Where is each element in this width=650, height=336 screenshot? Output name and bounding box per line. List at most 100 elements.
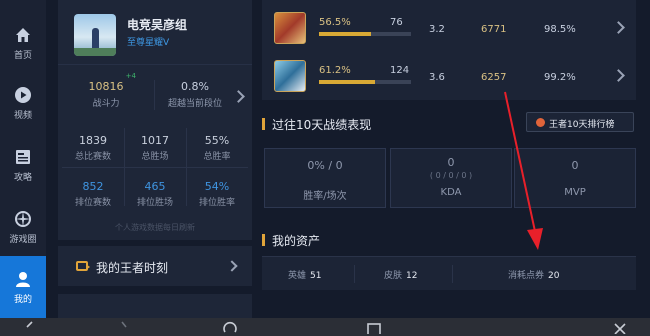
- box-value: 0: [571, 159, 579, 172]
- stat-value: 54%: [204, 180, 230, 193]
- compass-icon: [15, 210, 31, 227]
- box-label: MVP: [564, 187, 586, 198]
- app-root: 首页 视频 攻略 游戏圈 我的 电竞吴彦组 至尊星耀V 10816 +4 战斗力…: [0, 0, 650, 336]
- stat-value: 852: [82, 180, 104, 193]
- my-moments-button[interactable]: 我的王者时刻: [58, 246, 252, 286]
- box-sub: ( 0 / 0 / 0 ): [429, 171, 473, 180]
- avatar[interactable]: [74, 14, 116, 56]
- hero-score: 6257: [481, 72, 507, 83]
- hero-kda: 3.6: [429, 72, 445, 83]
- bar-fill: [319, 32, 371, 36]
- divider: [58, 64, 252, 65]
- nav-label-community: 游戏圈: [9, 234, 37, 245]
- box-value: 0: [447, 156, 455, 169]
- divider: [154, 80, 155, 110]
- stat-ranked-wins: 465 排位胜场: [124, 180, 186, 208]
- hero-row[interactable]: 61.2% 124 3.6 6257 99.2%: [262, 54, 636, 98]
- hero-games: 76: [390, 17, 403, 28]
- asset-skins[interactable]: 皮肤 12: [384, 268, 417, 281]
- nav-item-video[interactable]: 视频: [0, 72, 46, 134]
- stat-label: 排位胜率: [198, 198, 235, 208]
- profile-card: 电竞吴彦组 至尊星耀V 10816 +4 战斗力 0.8% 超越当前段位 183…: [58, 0, 252, 240]
- asset-heroes[interactable]: 英雄 51: [288, 268, 321, 281]
- nav-item-guide[interactable]: 攻略: [0, 134, 46, 196]
- chevron-right-icon[interactable]: [232, 90, 245, 103]
- home-icon: [16, 27, 30, 42]
- stat-ranked-winrate: 54% 排位胜率: [186, 180, 248, 208]
- hero-winrate: 61.2%: [319, 65, 351, 76]
- asset-value: 12: [406, 271, 418, 281]
- left-nav-rail: 首页 视频 攻略 游戏圈 我的: [0, 0, 46, 318]
- stat-label: 排位胜场: [136, 198, 173, 208]
- my-moments-label: 我的王者时刻: [96, 261, 169, 275]
- power-value: 10816: [88, 80, 124, 93]
- chevron-right-icon: [612, 69, 625, 82]
- box-label: KDA: [440, 187, 462, 198]
- refresh-note: 个人游戏数据每日刷新: [115, 223, 195, 232]
- asset-label: 消耗点券: [508, 271, 545, 281]
- person-icon: [16, 271, 30, 287]
- section-title: 过往10天战绩表现: [272, 118, 372, 132]
- nav-label-home: 首页: [13, 50, 32, 61]
- stat-value: 55%: [204, 134, 230, 147]
- close-icon[interactable]: [612, 320, 628, 334]
- stat-value: 1839: [79, 134, 107, 147]
- chevron-right-icon: [226, 260, 238, 272]
- nav-item-mine[interactable]: 我的: [0, 256, 46, 318]
- player-rank: 至尊星耀V: [127, 38, 170, 48]
- section-title: 我的资产: [272, 234, 321, 248]
- back-icon[interactable]: [22, 320, 38, 334]
- nav-label-mine: 我的: [13, 294, 32, 305]
- asset-value: 51: [310, 271, 322, 281]
- asset-value: 20: [548, 271, 560, 281]
- hero-kda: 3.2: [429, 24, 445, 35]
- system-nav-bar: [0, 318, 650, 336]
- stat-total-wins: 1017 总胜场: [124, 134, 186, 162]
- nav-label-video: 视频: [13, 110, 32, 121]
- hero-winrate-bar: [319, 32, 411, 36]
- crown-icon: [536, 118, 545, 127]
- power-stat: 10816 +4 战斗力: [82, 72, 137, 109]
- forward-icon[interactable]: [116, 320, 132, 334]
- nav-item-home[interactable]: 首页: [0, 12, 46, 74]
- winrate-box: 0% / 0 胜率/场次: [264, 148, 386, 208]
- ranking-button[interactable]: 王者10天排行榜: [526, 112, 634, 132]
- stat-label: 总胜场: [141, 152, 169, 162]
- document-icon: [16, 149, 30, 164]
- hero-portrait: [274, 12, 306, 44]
- box-value: 0% / 0: [307, 159, 343, 172]
- hero-portrait: [274, 60, 306, 92]
- power-delta: +4: [125, 72, 136, 80]
- hero-list: 56.5% 76 3.2 6771 98.5% 61.2% 124 3.6 62…: [262, 0, 636, 100]
- stat-label: 总胜率: [203, 152, 231, 162]
- assets-bar: 英雄 51 皮肤 12 消耗点券 20: [262, 256, 636, 290]
- list-item[interactable]: [58, 294, 252, 318]
- box-label: 胜率/场次: [303, 191, 347, 202]
- mvp-box: 0 MVP: [514, 148, 636, 208]
- hero-winrate-bar: [319, 80, 411, 84]
- hero-rate: 98.5%: [544, 24, 576, 35]
- stat-value: 1017: [141, 134, 169, 147]
- play-icon: [15, 86, 31, 103]
- exceed-stat[interactable]: 0.8% 超越当前段位: [162, 80, 228, 109]
- stat-ranked-games: 852 排位赛数: [62, 180, 124, 208]
- asset-coupons[interactable]: 消耗点券 20: [508, 268, 559, 281]
- player-name: 电竞吴彦组: [127, 18, 188, 32]
- kda-box: 0 ( 0 / 0 / 0 ) KDA: [390, 148, 512, 208]
- exceed-label: 超越当前段位: [167, 99, 222, 109]
- main-content: 56.5% 76 3.2 6771 98.5% 61.2% 124 3.6 62…: [262, 0, 636, 318]
- ranking-label: 王者10天排行榜: [549, 120, 615, 130]
- hero-row[interactable]: 56.5% 76 3.2 6771 98.5%: [262, 6, 636, 50]
- tabs-icon[interactable]: [366, 320, 382, 334]
- nav-item-community[interactable]: 游戏圈: [0, 196, 46, 258]
- asset-label: 英雄: [288, 271, 307, 281]
- hero-rate: 99.2%: [544, 72, 576, 83]
- bar-fill: [319, 80, 376, 84]
- stat-total-winrate: 55% 总胜率: [186, 134, 248, 162]
- hero-games: 124: [390, 65, 410, 76]
- hero-score: 6771: [481, 24, 507, 35]
- refresh-icon[interactable]: [222, 320, 238, 334]
- asset-label: 皮肤: [384, 271, 403, 281]
- hero-winrate: 56.5%: [319, 17, 351, 28]
- nav-label-guide: 攻略: [13, 172, 32, 183]
